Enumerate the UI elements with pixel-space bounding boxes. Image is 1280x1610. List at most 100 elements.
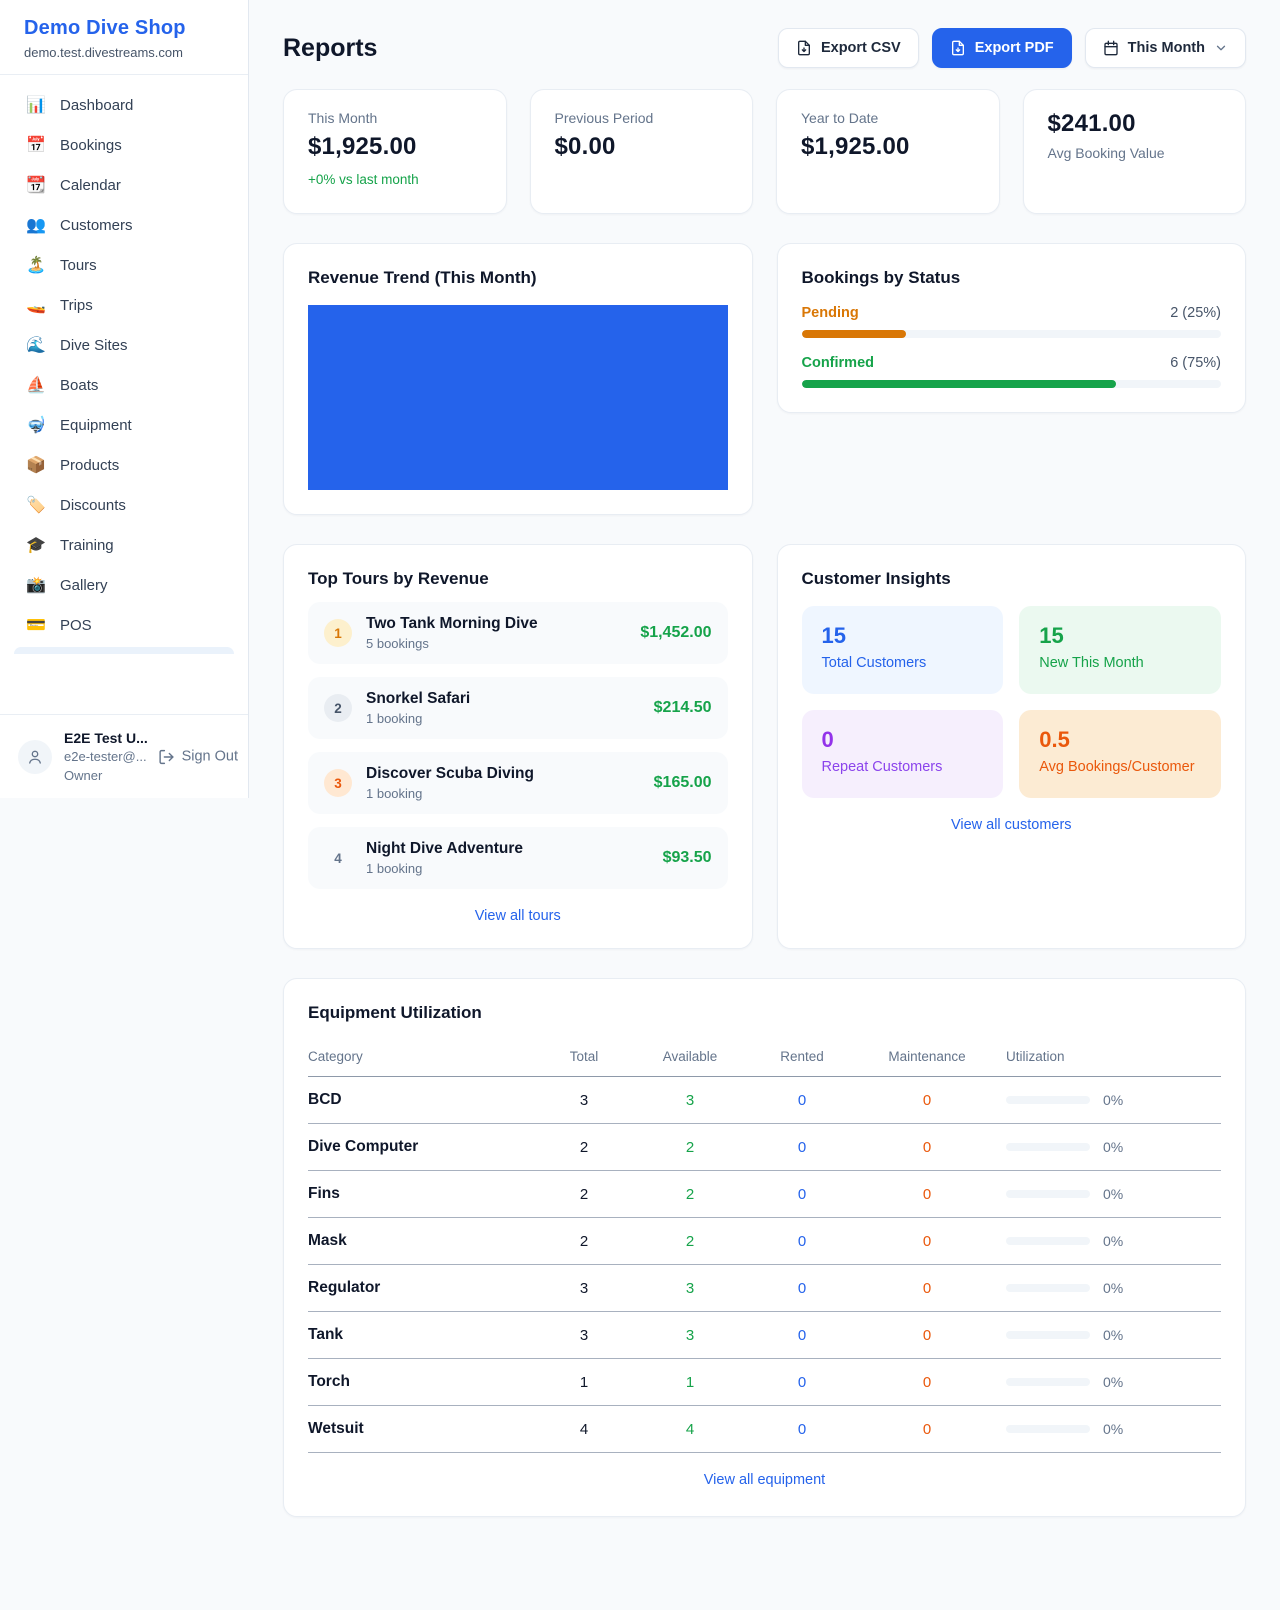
tour-bookings: 5 bookings [366, 636, 626, 651]
equipment-total: 3 [540, 1312, 628, 1359]
stat-card-year-to-date: Year to Date $1,925.00 [776, 89, 1000, 214]
sidebar-item-icon: 📸 [26, 575, 46, 595]
status-progress-track [802, 380, 1222, 388]
insight-card: 15 New This Month [1019, 606, 1221, 694]
sidebar-item-label: POS [60, 617, 92, 634]
utilization-percent: 0% [1103, 1280, 1123, 1296]
page-header: Reports Export CSV Export PDF This Month [283, 28, 1246, 68]
shop-domain: demo.test.divestreams.com [24, 45, 224, 60]
stat-label: Previous Period [555, 110, 729, 126]
sidebar-item-icon: 🤿 [26, 415, 46, 435]
status-row: Pending 2 (25%) [802, 305, 1222, 338]
tour-revenue: $214.50 [654, 699, 712, 717]
tour-rank-badge: 4 [324, 844, 352, 872]
insight-card: 15 Total Customers [802, 606, 1004, 694]
utilization-bar-track [1006, 1190, 1090, 1198]
utilization-percent: 0% [1103, 1421, 1123, 1437]
sidebar-item-reports-partial[interactable] [14, 647, 234, 654]
export-csv-button[interactable]: Export CSV [778, 28, 919, 68]
equipment-maintenance: 0 [852, 1265, 1002, 1312]
sidebar-item-icon: 🚤 [26, 295, 46, 315]
equipment-available: 2 [628, 1218, 752, 1265]
sidebar-item[interactable]: 📊 Dashboard [12, 85, 236, 125]
sidebar-item-icon: 📆 [26, 175, 46, 195]
equipment-available: 3 [628, 1312, 752, 1359]
column-header-total: Total [540, 1041, 628, 1077]
top-tours-card: Top Tours by Revenue 1 Two Tank Morning … [283, 544, 753, 949]
utilization-bar-track [1006, 1378, 1090, 1386]
shop-name[interactable]: Demo Dive Shop [24, 17, 224, 40]
equipment-maintenance: 0 [852, 1124, 1002, 1171]
sidebar-item[interactable]: ⛵ Boats [12, 365, 236, 405]
stat-label: Year to Date [801, 110, 975, 126]
tour-list-item[interactable]: 3 Discover Scuba Diving 1 booking $165.0… [308, 752, 728, 814]
sidebar-item-label: Boats [60, 377, 98, 394]
file-download-icon [796, 40, 812, 56]
tour-revenue: $93.50 [663, 849, 712, 867]
sidebar-item-label: Discounts [60, 497, 126, 514]
chevron-down-icon [1214, 41, 1228, 55]
sidebar-item[interactable]: 🌊 Dive Sites [12, 325, 236, 365]
equipment-available: 2 [628, 1171, 752, 1218]
sidebar-item[interactable]: 🚤 Trips [12, 285, 236, 325]
equipment-available: 3 [628, 1077, 752, 1124]
equipment-utilization-title: Equipment Utilization [308, 1003, 1221, 1023]
user-meta: E2E Test U... e2e-tester@... Owner [64, 728, 148, 786]
insight-value: 15 [1039, 623, 1201, 649]
user-name: E2E Test U... [64, 728, 148, 748]
sidebar-item[interactable]: 🏷️ Discounts [12, 485, 236, 525]
user-email: e2e-tester@... [64, 748, 148, 767]
equipment-maintenance: 0 [852, 1406, 1002, 1453]
tour-name: Snorkel Safari [366, 690, 640, 708]
status-row: Confirmed 6 (75%) [802, 355, 1222, 388]
insights-grid: 15 Total Customers 15 New This Month 0 R… [802, 606, 1222, 798]
sidebar-item[interactable]: 🏝️ Tours [12, 245, 236, 285]
tour-list-item[interactable]: 1 Two Tank Morning Dive 5 bookings $1,45… [308, 602, 728, 664]
column-header-maintenance: Maintenance [852, 1041, 1002, 1077]
sidebar-item-label: Dashboard [60, 97, 133, 114]
sidebar-item-label: Trips [60, 297, 93, 314]
insight-card: 0 Repeat Customers [802, 710, 1004, 798]
tour-list-item[interactable]: 4 Night Dive Adventure 1 booking $93.50 [308, 827, 728, 889]
sidebar-item[interactable]: 🎓 Training [12, 525, 236, 565]
sign-out-button[interactable]: Sign Out [158, 748, 238, 765]
utilization-bar-track [1006, 1096, 1090, 1104]
utilization-percent: 0% [1103, 1327, 1123, 1343]
sidebar-item[interactable]: 👥 Customers [12, 205, 236, 245]
revenue-trend-title: Revenue Trend (This Month) [308, 268, 728, 288]
sidebar-nav: 📊 Dashboard 📅 Bookings 📆 Calendar 👥 Cust… [0, 75, 248, 714]
equipment-available: 3 [628, 1265, 752, 1312]
column-header-rented: Rented [752, 1041, 852, 1077]
status-progress-track [802, 330, 1222, 338]
equipment-table-row: Regulator 3 3 0 0 0% [308, 1265, 1221, 1312]
customer-insights-title: Customer Insights [802, 569, 1222, 589]
sidebar-item[interactable]: 📅 Bookings [12, 125, 236, 165]
utilization-percent: 0% [1103, 1139, 1123, 1155]
sidebar-item-label: Products [60, 457, 119, 474]
sidebar-item[interactable]: 💳 POS [12, 605, 236, 645]
sidebar-item[interactable]: 📆 Calendar [12, 165, 236, 205]
period-select[interactable]: This Month [1085, 28, 1246, 68]
tour-list-item[interactable]: 2 Snorkel Safari 1 booking $214.50 [308, 677, 728, 739]
view-all-customers-link[interactable]: View all customers [951, 817, 1072, 833]
sidebar-item[interactable]: 📦 Products [12, 445, 236, 485]
equipment-rented: 0 [752, 1218, 852, 1265]
equipment-table-row: Dive Computer 2 2 0 0 0% [308, 1124, 1221, 1171]
sidebar-item[interactable]: 📸 Gallery [12, 565, 236, 605]
utilization-bar-track [1006, 1237, 1090, 1245]
user-role: Owner [64, 767, 148, 786]
stat-label: This Month [308, 110, 482, 126]
status-progress-fill [802, 330, 907, 338]
equipment-category: Wetsuit [308, 1406, 540, 1453]
sidebar-item-icon: 🏷️ [26, 495, 46, 515]
view-all-tours-link[interactable]: View all tours [475, 908, 561, 924]
view-all-equipment-link[interactable]: View all equipment [704, 1472, 825, 1488]
stat-label: Avg Booking Value [1048, 145, 1222, 161]
period-label: This Month [1128, 40, 1205, 56]
sidebar-item[interactable]: 🤿 Equipment [12, 405, 236, 445]
export-pdf-button[interactable]: Export PDF [932, 28, 1072, 68]
sidebar-item-icon: 📅 [26, 135, 46, 155]
status-label: Confirmed [802, 355, 875, 371]
export-csv-label: Export CSV [821, 40, 901, 56]
equipment-utilization-card: Equipment Utilization Category Total Ava… [283, 978, 1246, 1517]
